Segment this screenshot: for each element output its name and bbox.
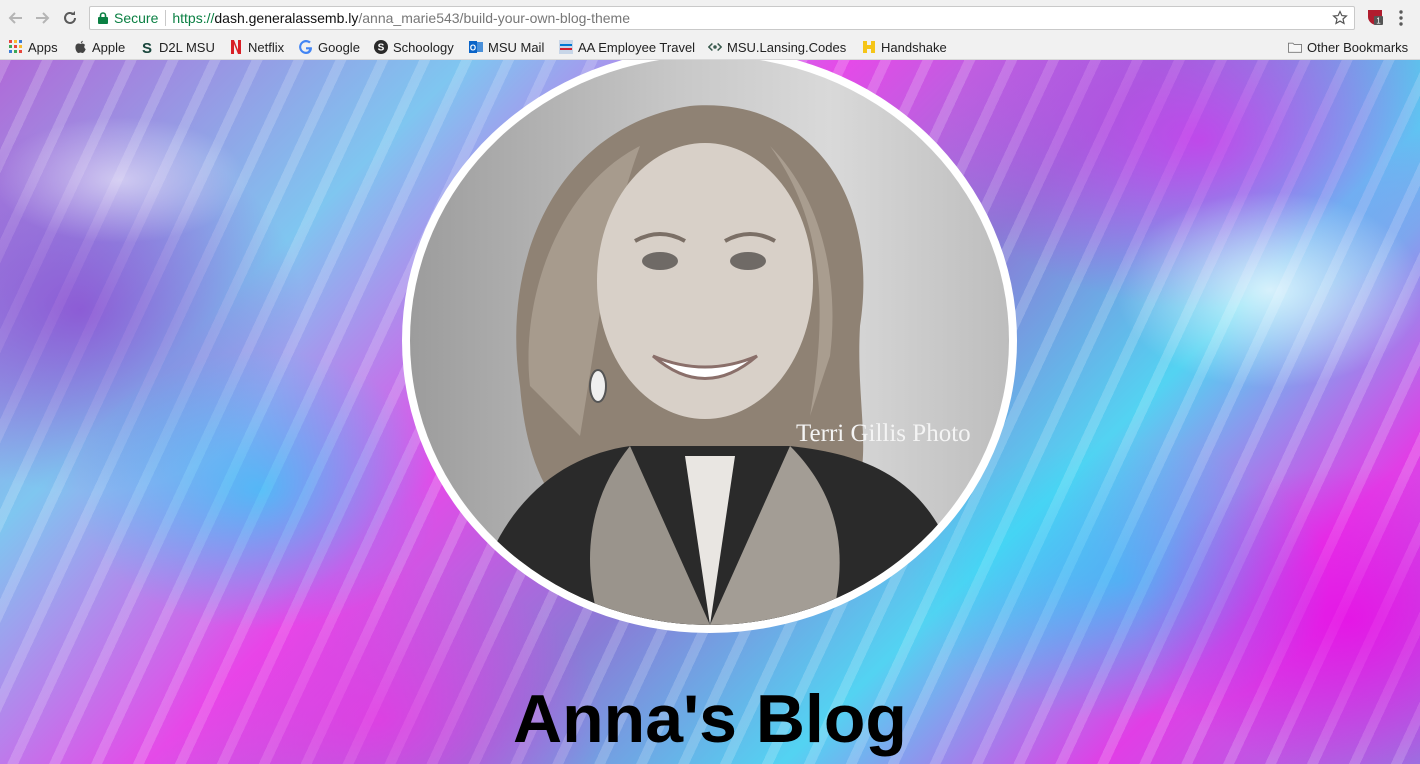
apple-icon — [73, 40, 87, 54]
browser-menu-icon[interactable] — [1393, 8, 1409, 28]
aa-icon — [559, 40, 573, 54]
browser-toolbar: Secure https://dash.generalassemb.ly/ann… — [0, 0, 1420, 36]
other-bookmarks-folder[interactable]: Other Bookmarks — [1288, 36, 1408, 58]
bookmark-d2l-msu[interactable]: S D2L MSU — [140, 36, 215, 58]
security-label: Secure — [114, 10, 159, 26]
reload-icon — [64, 11, 76, 24]
bookmark-handshake[interactable]: Handshake — [862, 36, 947, 58]
bookmark-msu-lansing-codes[interactable]: MSU.Lansing.Codes — [708, 36, 846, 58]
bookmark-label: Schoology — [393, 39, 454, 55]
lock-icon — [98, 12, 108, 24]
svg-text:S: S — [378, 43, 385, 54]
bookmark-apple[interactable]: Apple — [73, 36, 125, 58]
url-text[interactable]: https://dash.generalassemb.ly/anna_marie… — [172, 10, 630, 26]
other-bookmarks-label: Other Bookmarks — [1307, 39, 1409, 55]
bookmark-apps[interactable]: Apps — [9, 36, 58, 58]
netflix-icon — [229, 40, 243, 54]
portrait-illustration — [470, 105, 970, 625]
bookmark-label: Handshake — [881, 39, 947, 55]
photo-watermark: Terri Gillis Photo — [796, 420, 971, 447]
bookmark-label: Google — [318, 39, 360, 55]
bookmarks-bar: Apps Apple S D2L MSU Netflix Google S Sc… — [0, 36, 1420, 60]
extension-shield-icon[interactable]: 1 — [1366, 8, 1384, 26]
bookmark-label: AA Employee Travel — [578, 39, 696, 55]
forward-arrow-icon — [36, 12, 50, 24]
back-arrow-icon — [8, 12, 22, 24]
url-path: /anna_marie543/build-your-own-blog-theme — [358, 10, 630, 26]
bookmark-netflix[interactable]: Netflix — [229, 36, 284, 58]
bookmark-label: MSU.Lansing.Codes — [727, 39, 847, 55]
bookmark-label: Netflix — [248, 39, 285, 55]
reload-button[interactable] — [58, 6, 82, 30]
bookmark-label: Apps — [28, 39, 58, 55]
bookmark-label: Apple — [92, 39, 126, 55]
apps-grid-icon — [9, 40, 23, 54]
profile-photo: Terri Gillis Photo — [410, 60, 1009, 625]
forward-button[interactable] — [30, 6, 54, 30]
folder-icon — [1288, 40, 1302, 54]
back-button[interactable] — [4, 6, 28, 30]
bookmark-aa-employee-travel[interactable]: AA Employee Travel — [559, 36, 695, 58]
bookmark-msu-mail[interactable]: O MSU Mail — [469, 36, 544, 58]
bookmark-label: D2L MSU — [159, 39, 215, 55]
bookmark-star-icon[interactable] — [1332, 10, 1348, 26]
bookmark-google[interactable]: Google — [299, 36, 360, 58]
url-scheme: https:// — [172, 10, 215, 26]
svg-text:O: O — [470, 44, 476, 53]
blog-title: Anna's Blog — [513, 681, 907, 757]
codes-icon — [708, 40, 722, 54]
google-icon — [299, 40, 313, 54]
url-host: dash.generalassemb.ly — [214, 10, 359, 26]
blog-page: Terri Gillis Photo Anna's Blog — [0, 60, 1420, 764]
bookmark-schoology[interactable]: S Schoology — [374, 36, 454, 58]
address-bar[interactable]: Secure https://dash.generalassemb.ly/ann… — [89, 6, 1355, 30]
svg-text:S: S — [142, 40, 152, 54]
msu-s-icon: S — [140, 40, 154, 54]
handshake-icon — [862, 40, 876, 54]
outlook-icon: O — [469, 40, 483, 54]
schoology-icon: S — [374, 40, 388, 54]
omnibox-divider — [165, 10, 167, 26]
bookmark-label: MSU Mail — [488, 39, 545, 55]
extension-badge: 1 — [1376, 17, 1381, 26]
